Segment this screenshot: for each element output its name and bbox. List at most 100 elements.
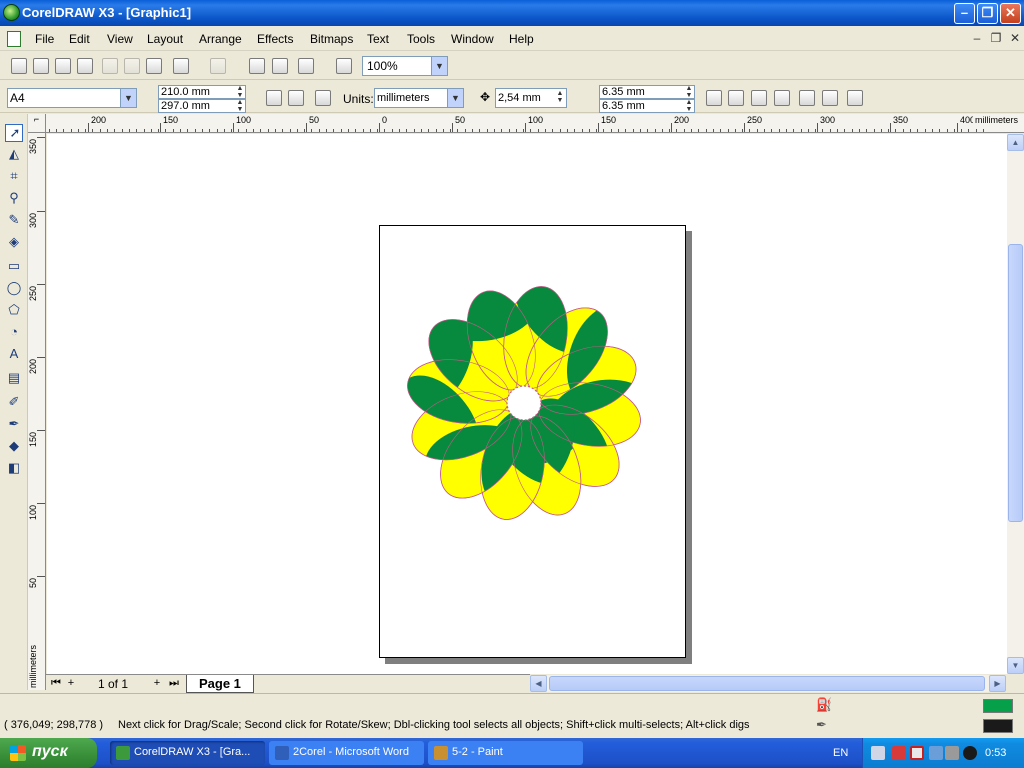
shape-tool[interactable]: ◭: [5, 146, 23, 164]
menu-help[interactable]: Help: [509, 32, 534, 46]
interactive-fill-tool[interactable]: ◧: [5, 460, 23, 478]
menu-layout[interactable]: Layout: [147, 32, 183, 46]
document-page[interactable]: [379, 225, 686, 658]
ellipse-tool[interactable]: ◯: [5, 280, 23, 298]
flower-center[interactable]: [506, 385, 542, 421]
paper-width-field[interactable]: 210.0 mm: [158, 85, 246, 99]
zoom-tool[interactable]: ⚲: [5, 190, 23, 208]
duplicate-y-spinner[interactable]: ▲ ▼: [683, 99, 695, 113]
text-tool[interactable]: A: [5, 346, 23, 364]
duplicate-x-field[interactable]: 6.35 mm: [599, 85, 695, 99]
menu-file[interactable]: File: [35, 32, 54, 46]
cut-icon[interactable]: [102, 58, 118, 74]
task-paint[interactable]: 5-2 - Paint: [428, 741, 583, 765]
mdi-close-button[interactable]: ✕: [1007, 31, 1023, 46]
coreldraw-app-icon[interactable]: [3, 4, 20, 21]
menu-arrange[interactable]: Arrange: [199, 32, 242, 46]
paper-size-select[interactable]: A4 ▼: [7, 88, 137, 108]
language-indicator[interactable]: EN: [833, 747, 848, 759]
page-tab[interactable]: Page 1: [186, 675, 254, 693]
task-coreldraw[interactable]: CorelDRAW X3 - [Gra...: [110, 741, 265, 765]
dynamic-guides-icon[interactable]: [774, 90, 790, 106]
freehand-tool[interactable]: ✎: [5, 212, 23, 230]
treat-as-filled-icon[interactable]: [799, 90, 815, 106]
fill-tool[interactable]: ◆: [5, 438, 23, 456]
horizontal-scroll-thumb[interactable]: [549, 676, 985, 691]
last-page-button[interactable]: ⏭: [168, 677, 180, 690]
tray-app-icon[interactable]: [929, 746, 943, 760]
pick-tool[interactable]: ➚: [5, 124, 23, 142]
security-shield-icon[interactable]: [892, 746, 906, 760]
add-page-after-button[interactable]: +: [151, 677, 163, 689]
application-launcher-icon[interactable]: [298, 58, 314, 74]
minimize-button[interactable]: –: [954, 3, 975, 24]
outline-tool[interactable]: ✒: [5, 416, 23, 434]
duplicate-x-spinner[interactable]: ▲ ▼: [683, 85, 695, 99]
snap-to-guidelines-icon[interactable]: [728, 90, 744, 106]
menu-bitmaps[interactable]: Bitmaps: [310, 32, 353, 46]
polygon-tool[interactable]: ⬠: [5, 302, 23, 320]
paper-height-field[interactable]: 297.0 mm: [158, 99, 246, 113]
task-word[interactable]: 2Corel - Microsoft Word: [269, 741, 424, 765]
eyedropper-tool[interactable]: ✐: [5, 394, 23, 412]
snap-to-objects-icon[interactable]: [751, 90, 767, 106]
horizontal-ruler[interactable]: 400 350 300 250 200 150 100 50 0 50 100 150 200 mill…: [28, 114, 1024, 133]
mdi-restore-button[interactable]: ❐: [988, 31, 1004, 46]
mdi-minimize-button[interactable]: –: [969, 31, 985, 46]
export-icon[interactable]: [272, 58, 288, 74]
settings-icon[interactable]: [945, 746, 959, 760]
antivirus-icon[interactable]: [910, 746, 924, 760]
menu-view[interactable]: View: [107, 32, 133, 46]
basic-shapes-tool[interactable]: ◔: [5, 324, 23, 342]
paper-width-spinner[interactable]: ▲ ▼: [234, 85, 246, 99]
menu-edit[interactable]: Edit: [69, 32, 90, 46]
rectangle-tool[interactable]: ▭: [5, 258, 23, 276]
scroll-right-button[interactable]: ▶: [989, 675, 1006, 692]
undo-icon[interactable]: [173, 58, 189, 74]
crop-tool[interactable]: ⌗: [5, 168, 23, 186]
media-icon[interactable]: [963, 746, 977, 760]
paste-icon[interactable]: [146, 58, 162, 74]
options-icon[interactable]: [847, 90, 863, 106]
menu-window[interactable]: Window: [451, 32, 494, 46]
menu-text[interactable]: Text: [367, 32, 389, 46]
vertical-ruler[interactable]: 50 100 150 200 250 300 350 millimeters: [28, 133, 46, 690]
fill-color-swatch[interactable]: [983, 699, 1013, 713]
landscape-icon[interactable]: [288, 90, 304, 106]
flower-drawing[interactable]: [380, 226, 685, 657]
close-button[interactable]: ✕: [1000, 3, 1021, 24]
copy-icon[interactable]: [124, 58, 140, 74]
import-icon[interactable]: [249, 58, 265, 74]
network-icon[interactable]: [871, 746, 885, 760]
scroll-up-button[interactable]: ▲: [1007, 134, 1024, 151]
ruler-origin-corner[interactable]: ⌐: [28, 114, 46, 133]
start-button[interactable]: пуск: [0, 738, 97, 768]
interactive-blend-tool[interactable]: ▤: [5, 370, 23, 388]
print-icon[interactable]: [77, 58, 93, 74]
horizontal-scrollbar[interactable]: ◀ ▶: [530, 675, 1006, 692]
paper-height-spinner[interactable]: ▲ ▼: [234, 99, 246, 113]
chevron-down-icon[interactable]: ▼: [431, 57, 447, 75]
scroll-left-button[interactable]: ◀: [530, 675, 547, 692]
snap-to-grid-icon[interactable]: [706, 90, 722, 106]
draw-objects-when-moving-icon[interactable]: [822, 90, 838, 106]
open-icon[interactable]: [33, 58, 49, 74]
first-page-button[interactable]: ⏮: [50, 677, 62, 690]
outline-color-swatch[interactable]: [983, 719, 1013, 733]
vertical-scroll-thumb[interactable]: [1008, 244, 1023, 522]
all-pages-icon[interactable]: [315, 90, 331, 106]
menu-effects[interactable]: Effects: [257, 32, 293, 46]
nudge-spinner[interactable]: ▲ ▼: [554, 90, 566, 104]
chevron-down-icon[interactable]: ▼: [447, 89, 463, 107]
drawing-canvas[interactable]: [47, 134, 1007, 674]
zoom-level-select[interactable]: 100% ▼: [362, 56, 448, 76]
add-page-before-button[interactable]: +: [65, 677, 77, 689]
portrait-icon[interactable]: [266, 90, 282, 106]
maximize-button[interactable]: ❐: [977, 3, 998, 24]
new-icon[interactable]: [11, 58, 27, 74]
welcome-screen-icon[interactable]: [336, 58, 352, 74]
duplicate-y-field[interactable]: 6.35 mm: [599, 99, 695, 113]
document-icon[interactable]: [7, 31, 21, 47]
smart-fill-tool[interactable]: ◈: [5, 234, 23, 252]
scroll-down-button[interactable]: ▼: [1007, 657, 1024, 674]
